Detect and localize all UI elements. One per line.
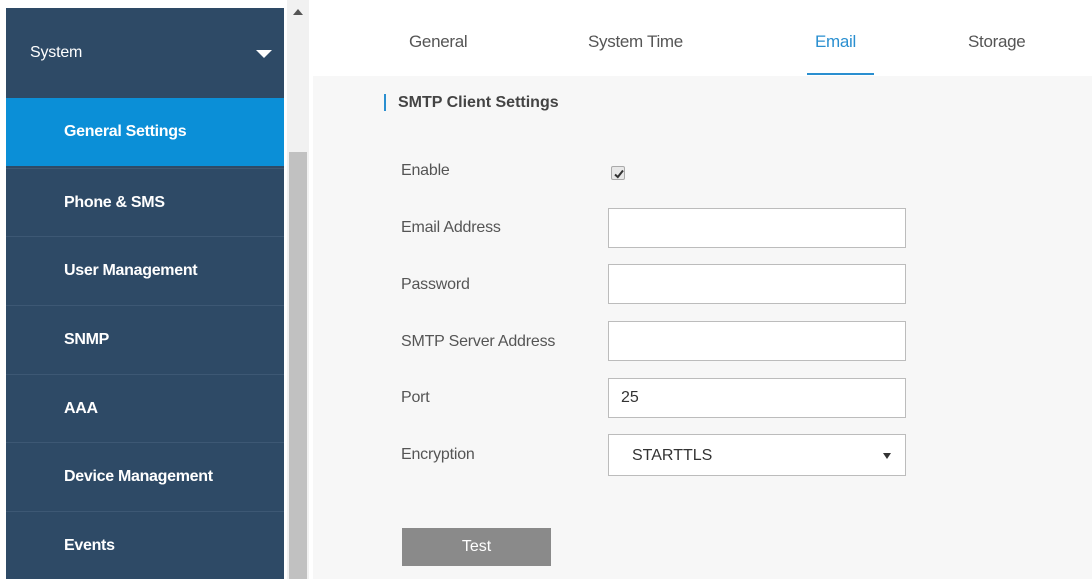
tab-general[interactable]: General [409, 32, 468, 52]
sidebar-header-system[interactable]: System [6, 8, 284, 96]
sidebar-item-label: General Settings [64, 123, 187, 140]
checkmark-icon [614, 169, 624, 179]
sidebar: System General Settings Phone & SMS User… [6, 8, 284, 579]
tab-storage[interactable]: Storage [968, 32, 1026, 52]
sidebar-item-general-settings[interactable]: General Settings [6, 98, 284, 166]
section-title-text: SMTP Client Settings [398, 94, 559, 111]
tab-email[interactable]: Email [815, 32, 856, 52]
password-label: Password [401, 276, 470, 293]
encryption-label: Encryption [401, 446, 475, 463]
password-field[interactable] [608, 264, 906, 304]
test-button[interactable]: Test [402, 528, 551, 566]
dropdown-arrow-icon [883, 453, 891, 459]
scroll-up-arrow-icon[interactable] [293, 9, 303, 15]
port-label: Port [401, 389, 430, 406]
sidebar-item-phone-sms[interactable]: Phone & SMS [6, 168, 284, 236]
sidebar-item-label: SNMP [64, 331, 110, 348]
scrollbar-thumb[interactable] [289, 152, 307, 579]
sidebar-item-aaa[interactable]: AAA [6, 374, 284, 442]
active-tab-indicator [807, 73, 874, 75]
sidebar-item-user-management[interactable]: User Management [6, 236, 284, 304]
section-title: SMTP Client Settings [384, 94, 559, 112]
sidebar-item-events[interactable]: Events [6, 511, 284, 579]
sidebar-item-label: AAA [64, 400, 98, 417]
sidebar-item-snmp[interactable]: SNMP [6, 305, 284, 373]
sidebar-item-device-management[interactable]: Device Management [6, 442, 284, 510]
email-address-label: Email Address [401, 219, 501, 236]
tab-system-time[interactable]: System Time [588, 32, 683, 52]
sidebar-item-label: User Management [64, 262, 198, 279]
sidebar-item-label: Device Management [64, 468, 213, 485]
sidebar-item-label: Phone & SMS [64, 194, 165, 211]
port-field[interactable] [608, 378, 906, 418]
encryption-select[interactable]: STARTTLS [608, 434, 906, 476]
email-address-field[interactable] [608, 208, 906, 248]
caret-down-icon[interactable] [256, 50, 272, 58]
sidebar-scrollbar[interactable] [287, 0, 309, 579]
enable-checkbox[interactable] [611, 166, 625, 180]
sidebar-item-label: Events [64, 537, 115, 554]
enable-label: Enable [401, 162, 450, 179]
smtp-server-address-label: SMTP Server Address [401, 333, 556, 350]
sidebar-header-label: System [30, 44, 83, 61]
encryption-selected-value: STARTTLS [632, 447, 713, 464]
smtp-server-address-field[interactable] [608, 321, 906, 361]
